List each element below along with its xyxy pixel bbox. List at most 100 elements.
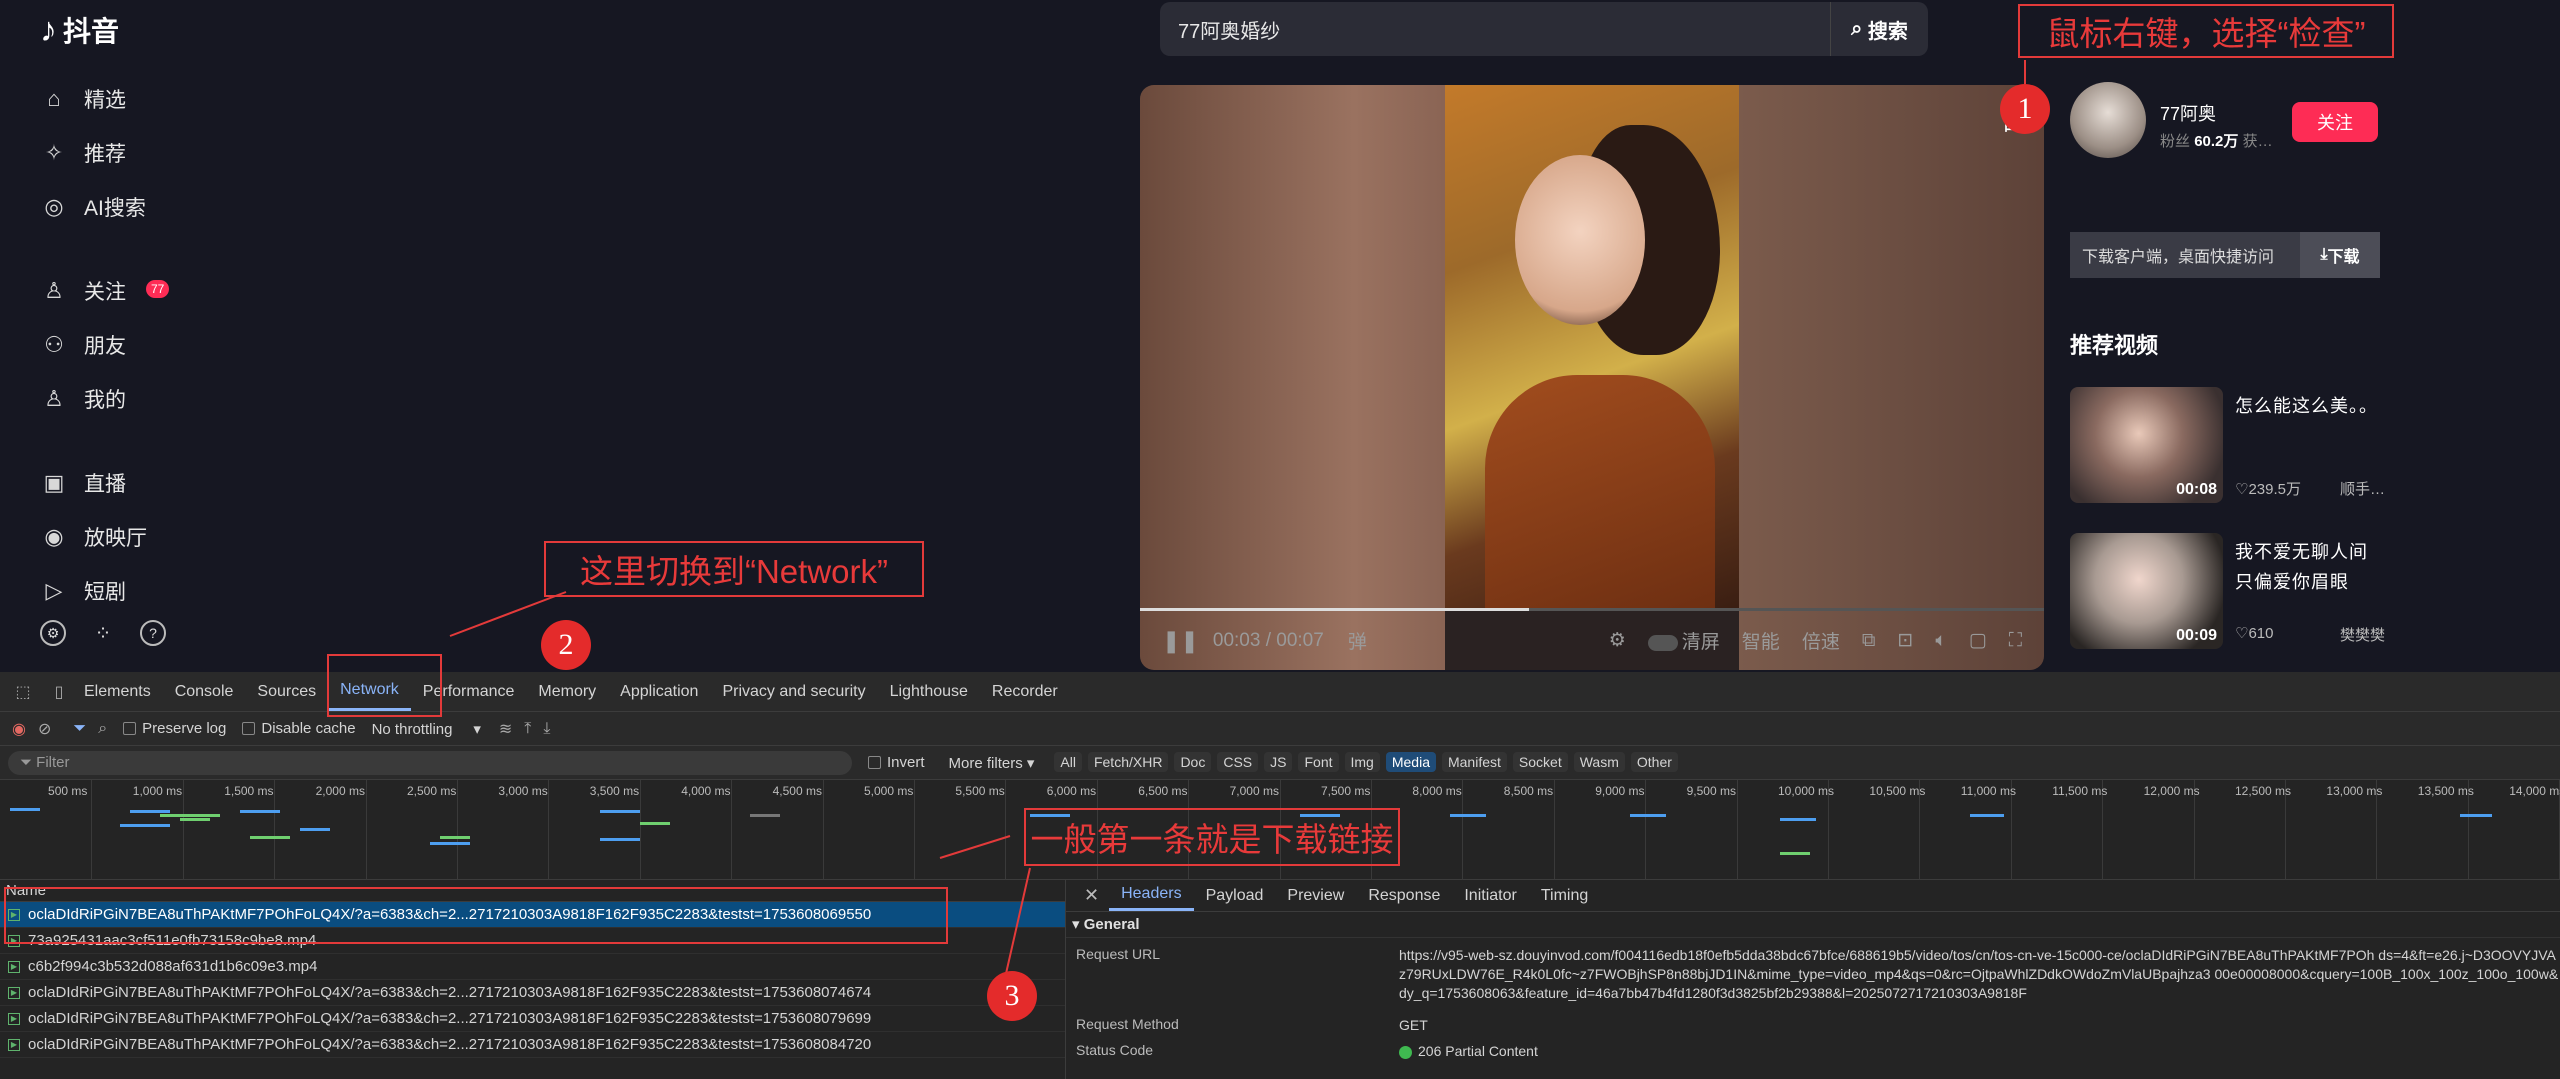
tab-preview[interactable]: Preview bbox=[1275, 880, 1356, 911]
tab-console[interactable]: Console bbox=[163, 672, 246, 711]
sidebar-item-featured[interactable]: ⌂ 精选 bbox=[40, 72, 180, 126]
sidebar-item-live[interactable]: ▣ 直播 bbox=[40, 456, 180, 510]
request-row[interactable]: ▶ oclaDIdRiPGiN7BEA8uThPAKtMF7POhFoLQ4X/?… bbox=[0, 980, 1065, 1006]
recommend-item[interactable]: 00:09 我不爱无聊人间 只偏爱你眉眼 ♡610 樊樊樊 bbox=[2070, 533, 2390, 649]
filter-chip-manifest[interactable]: Manifest bbox=[1441, 752, 1507, 772]
pause-icon[interactable]: ❚❚ bbox=[1162, 628, 1199, 654]
inspect-icon[interactable]: ⬚ bbox=[10, 679, 36, 705]
sidebar-item-ai-search[interactable]: ◎ AI搜索 bbox=[40, 180, 180, 234]
filter-chip-wasm[interactable]: Wasm bbox=[1573, 752, 1625, 772]
annotation-step1-text: 鼠标右键，选择“检查” bbox=[2018, 4, 2394, 58]
timeline-tick-label: 6,500 ms bbox=[1138, 784, 1188, 798]
download-button[interactable]: ⤓ 下载 bbox=[2300, 232, 2380, 278]
recommend-thumbnail[interactable]: 00:08 bbox=[2070, 387, 2223, 503]
filter-chip-media[interactable]: Media bbox=[1385, 752, 1436, 772]
filter-chip-css[interactable]: CSS bbox=[1217, 752, 1259, 772]
request-row[interactable]: ▶ oclaDIdRiPGiN7BEA8uThPAKtMF7POhFoLQ4X/?… bbox=[0, 1006, 1065, 1032]
request-url-value[interactable]: https://v95-web-sz.douyinvod.com/f004116… bbox=[1399, 946, 2559, 1003]
sidebar-item-friends[interactable]: ⚇ 朋友 bbox=[40, 318, 180, 372]
video-player[interactable]: 白 ❚❚ 00:03 / 00:07 弹 ⚙ 清屏 智能 倍速 ⧉ ⊡ 🔈︎ ▢… bbox=[1140, 85, 2044, 670]
window-icon[interactable]: ▢ bbox=[1969, 629, 1987, 652]
tab-privacy-security[interactable]: Privacy and security bbox=[710, 672, 877, 711]
avatar[interactable] bbox=[2070, 82, 2146, 158]
sidebar-item-recommend[interactable]: ✧ 推荐 bbox=[40, 126, 180, 180]
tab-initiator[interactable]: Initiator bbox=[1452, 880, 1528, 911]
filter-icon[interactable]: ⏷ bbox=[73, 720, 86, 738]
filter-chip-all[interactable]: All bbox=[1054, 752, 1082, 772]
timeline-gridline bbox=[731, 780, 733, 880]
request-row[interactable]: ▶ c6b2f994c3b532d088af631d1b6c09e3.mp4 bbox=[0, 954, 1065, 980]
request-row[interactable]: ▶ oclaDIdRiPGiN7BEA8uThPAKtMF7POhFoLQ4X/?… bbox=[0, 1032, 1065, 1058]
sidebar-item-follow[interactable]: ♙ 关注 77 bbox=[40, 264, 180, 318]
filter-input[interactable]: ⏷ Filter bbox=[8, 750, 852, 775]
status-code-row: Status Code 206 Partial Content bbox=[1066, 1042, 2560, 1066]
filter-chip-img[interactable]: Img bbox=[1344, 752, 1380, 772]
tab-memory[interactable]: Memory bbox=[526, 672, 608, 711]
recommend-item[interactable]: 00:08 怎么能这么美。。 ♡239.5万 顺手… bbox=[2070, 387, 2390, 503]
recommend-thumbnail[interactable]: 00:09 bbox=[2070, 533, 2223, 649]
fullscreen-icon[interactable]: ⛶ bbox=[2009, 630, 2022, 652]
disable-cache-checkbox[interactable] bbox=[242, 722, 256, 735]
recommend-title-text[interactable]: 怎么能这么美。。 bbox=[2235, 391, 2385, 421]
mini-player-icon[interactable]: ⊡ bbox=[1897, 629, 1913, 652]
timeline-gridline bbox=[1736, 780, 1738, 880]
preserve-log-label: Preserve log bbox=[142, 720, 227, 737]
tab-lighthouse[interactable]: Lighthouse bbox=[878, 672, 980, 711]
general-section-header[interactable]: ▾ General bbox=[1066, 912, 2560, 938]
douyin-logo[interactable]: ♪ 抖音 bbox=[40, 10, 119, 50]
tab-elements[interactable]: Elements bbox=[72, 672, 163, 711]
more-filters-button[interactable]: More filters ▾ bbox=[949, 754, 1035, 772]
device-toolbar-icon[interactable]: ▯ bbox=[46, 679, 72, 705]
throttling-select[interactable]: No throttling ▾ bbox=[372, 720, 481, 738]
grid-icon[interactable]: ⁘ bbox=[90, 620, 116, 646]
clear-screen-toggle[interactable]: 清屏 bbox=[1647, 627, 1720, 654]
filter-chip-other[interactable]: Other bbox=[1630, 752, 1678, 772]
filter-chip-doc[interactable]: Doc bbox=[1174, 752, 1212, 772]
tab-headers[interactable]: Headers bbox=[1109, 880, 1194, 911]
close-icon[interactable]: ✕ bbox=[1084, 885, 1099, 906]
sidebar-item-cinema[interactable]: ◉ 放映厅 bbox=[40, 510, 180, 564]
filter-chip-js[interactable]: JS bbox=[1264, 752, 1293, 772]
settings-icon[interactable]: ⚙ bbox=[40, 620, 66, 646]
recommend-author[interactable]: 樊樊樊 bbox=[2340, 624, 2385, 645]
download-icon[interactable]: ⤓ bbox=[543, 720, 550, 738]
follow-button[interactable]: 关注 bbox=[2292, 102, 2378, 142]
throttling-value: No throttling bbox=[371, 720, 453, 738]
gear-icon[interactable]: ⚙ bbox=[1609, 629, 1626, 652]
preserve-log-checkbox[interactable] bbox=[123, 722, 137, 735]
ai-search-icon: ◎ bbox=[44, 194, 64, 219]
smart-button[interactable]: 智能 bbox=[1742, 627, 1780, 654]
speed-button[interactable]: 倍速 bbox=[1802, 627, 1840, 654]
search-button[interactable]: ⌕ 搜索 bbox=[1830, 2, 1928, 56]
danmaku-icon[interactable]: 弹 bbox=[1348, 627, 1367, 654]
recommend-author[interactable]: 顺手… bbox=[2340, 478, 2385, 499]
volume-icon[interactable]: 🔈︎ bbox=[1935, 630, 1946, 652]
search-input[interactable] bbox=[1160, 2, 1830, 56]
record-icon[interactable]: ◉ bbox=[12, 719, 26, 739]
wifi-icon[interactable]: ≋ bbox=[499, 719, 512, 739]
clear-icon[interactable]: ⊘ bbox=[38, 719, 51, 739]
timeline-request-bar bbox=[250, 836, 290, 839]
tab-sources[interactable]: Sources bbox=[245, 672, 328, 711]
timeline-request-bar bbox=[300, 828, 330, 831]
filter-chip-fetch-xhr[interactable]: Fetch/XHR bbox=[1087, 752, 1169, 772]
pip-icon[interactable]: ⧉ bbox=[1862, 630, 1876, 652]
tab-recorder[interactable]: Recorder bbox=[980, 672, 1070, 711]
filter-chip-font[interactable]: Font bbox=[1298, 752, 1339, 772]
recommend-title-text[interactable]: 我不爱无聊人间 只偏爱你眉眼 bbox=[2235, 537, 2385, 597]
author-name[interactable]: 77阿奥 bbox=[2160, 100, 2216, 126]
filter-chip-socket[interactable]: Socket bbox=[1512, 752, 1568, 772]
tab-payload[interactable]: Payload bbox=[1194, 880, 1276, 911]
sidebar-item-short-drama[interactable]: ▷ 短剧 bbox=[40, 564, 180, 618]
tab-response[interactable]: Response bbox=[1356, 880, 1452, 911]
sidebar-item-me[interactable]: ♙ 我的 bbox=[40, 372, 180, 426]
timeline-tick-label: 2,500 ms bbox=[407, 784, 457, 798]
timeline-request-bar bbox=[1970, 814, 2004, 817]
invert-checkbox[interactable] bbox=[868, 756, 881, 769]
search-icon[interactable]: ⌕ bbox=[98, 720, 107, 738]
help-icon[interactable]: ? bbox=[140, 620, 166, 646]
tab-timing[interactable]: Timing bbox=[1529, 880, 1600, 911]
upload-icon[interactable]: ⤒ bbox=[524, 720, 531, 738]
tab-application[interactable]: Application bbox=[608, 672, 710, 711]
timeline-tick-label: 5,500 ms bbox=[955, 784, 1005, 798]
